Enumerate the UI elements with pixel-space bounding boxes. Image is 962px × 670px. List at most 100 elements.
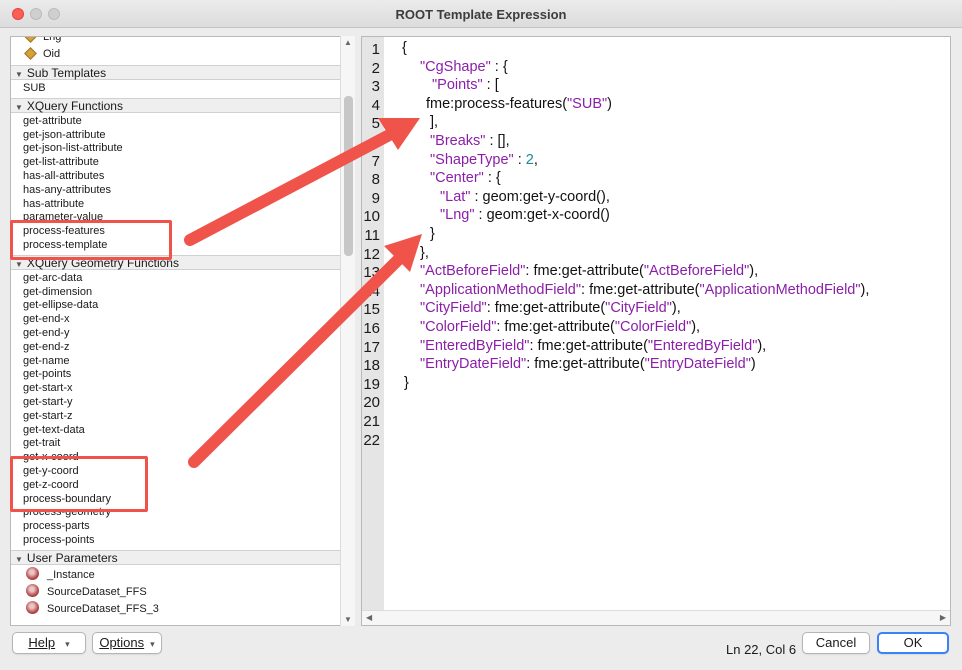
- tree-item[interactable]: get-attribute: [11, 115, 341, 129]
- tree-item-label: get-end-z: [23, 340, 70, 353]
- tree-item[interactable]: Lng: [11, 36, 341, 46]
- code-line[interactable]: "ShapeType" : 2,: [430, 152, 538, 168]
- code-line[interactable]: }: [404, 375, 409, 391]
- tree-item[interactable]: has-attribute: [11, 198, 341, 212]
- tree-item-label: SUB: [23, 82, 46, 94]
- chevron-down-icon: ▾: [150, 639, 155, 649]
- line-number: 21: [363, 413, 380, 430]
- tree-item-label: get-points: [23, 368, 72, 381]
- tree-item[interactable]: Oid: [11, 46, 341, 63]
- tree-item-label: Lng: [43, 36, 62, 43]
- line-number: 5: [371, 115, 380, 133]
- tree-item-label: has-all-attributes: [23, 169, 105, 182]
- dialog-footer: Help ▾ Options ▾ Ln 22, Col 6 Cancel OK: [0, 632, 962, 670]
- tree-item[interactable]: get-json-attribute: [11, 129, 341, 143]
- options-button[interactable]: Options ▾: [92, 632, 162, 654]
- code-line[interactable]: "CgShape" : {: [420, 59, 508, 75]
- tree-item[interactable]: get-end-x: [11, 313, 341, 327]
- cancel-button[interactable]: Cancel: [802, 632, 870, 654]
- title-bar: ROOT Template Expression: [0, 0, 962, 28]
- line-number: 12: [363, 245, 380, 263]
- highlight-coord-functions-box: [10, 456, 148, 512]
- chevron-down-icon[interactable]: ▼: [15, 101, 23, 115]
- scroll-right-arrow-icon[interactable]: ▶: [940, 613, 946, 622]
- code-line[interactable]: "Lng" : geom:get-x-coord(): [440, 207, 610, 223]
- code-line[interactable]: }: [430, 226, 435, 242]
- line-number: 3: [371, 78, 380, 96]
- tree-item-label: process-parts: [23, 520, 90, 533]
- code-line[interactable]: },: [420, 245, 429, 261]
- code-line[interactable]: "ActBeforeField": fme:get-attribute("Act…: [420, 263, 758, 279]
- tree-item[interactable]: _Instance: [11, 567, 341, 584]
- line-number: 19: [363, 375, 380, 393]
- tree-item[interactable]: SourceDataset_FFS: [11, 584, 341, 601]
- tree-item-label: get-json-attribute: [23, 128, 106, 141]
- options-button-label: Options: [99, 635, 145, 650]
- tree-item[interactable]: get-start-y: [11, 396, 341, 410]
- tree-vertical-scrollbar[interactable]: ▲ ▼: [340, 36, 355, 626]
- code-line[interactable]: "ApplicationMethodField": fme:get-attrib…: [420, 282, 869, 298]
- scroll-down-arrow-icon[interactable]: ▼: [344, 615, 352, 624]
- tree-section-header[interactable]: ▼ XQuery Functions: [11, 97, 341, 115]
- tree-item[interactable]: get-name: [11, 355, 341, 369]
- code-line[interactable]: "EnteredByField": fme:get-attribute("Ent…: [420, 338, 766, 354]
- code-line[interactable]: {: [402, 40, 407, 56]
- tree-scroll-thumb[interactable]: [344, 96, 353, 256]
- tree-item-label: get-arc-data: [23, 271, 83, 284]
- tree-item-label: Oid: [43, 48, 61, 60]
- tree-section-label: Sub Templates: [26, 66, 107, 80]
- tree-item[interactable]: get-points: [11, 368, 341, 382]
- tree-section-header[interactable]: ▼ Sub Templates: [11, 65, 341, 80]
- chevron-down-icon[interactable]: ▼: [15, 553, 23, 567]
- tree-item[interactable]: get-trait: [11, 437, 341, 451]
- line-number: 10: [363, 208, 380, 226]
- scroll-left-arrow-icon[interactable]: ◀: [366, 613, 372, 622]
- template-editor[interactable]: 1 {2 "CgShape" : {3 "Points" : [4 fme:proces…: [361, 36, 951, 626]
- tree-item[interactable]: has-any-attributes: [11, 184, 341, 198]
- editor-horizontal-scrollbar[interactable]: ◀ ▶: [362, 610, 950, 625]
- line-number: 6: [371, 134, 380, 151]
- attribute-icon: [24, 37, 37, 43]
- code-line[interactable]: fme:process-features("SUB"): [426, 96, 612, 112]
- line-number: 9: [371, 189, 380, 207]
- tree-section-header[interactable]: ▼ User Parameters: [11, 549, 341, 567]
- tree-item[interactable]: get-list-attribute: [11, 156, 341, 170]
- ok-button[interactable]: OK: [877, 632, 949, 654]
- help-button[interactable]: Help ▾: [12, 632, 86, 654]
- tree-item[interactable]: SourceDataset_FFS_3: [11, 601, 341, 618]
- tree-item[interactable]: get-json-list-attribute: [11, 142, 341, 156]
- line-number: 13: [363, 264, 380, 282]
- code-line[interactable]: "ColorField": fme:get-attribute("ColorFi…: [420, 319, 700, 335]
- tree-item[interactable]: get-ellipse-data: [11, 299, 341, 313]
- code-line[interactable]: ],: [430, 114, 438, 130]
- line-number: 7: [371, 152, 380, 170]
- highlight-process-features-box: [10, 220, 172, 260]
- tree-item[interactable]: process-points: [11, 534, 341, 548]
- tree-item-label: get-start-z: [23, 409, 73, 422]
- tree-item-label: SourceDataset_FFS_3: [47, 602, 159, 615]
- tree-item[interactable]: get-end-z: [11, 341, 341, 355]
- chevron-down-icon: ▾: [65, 639, 70, 649]
- code-line[interactable]: "CityField": fme:get-attribute("CityFiel…: [420, 300, 681, 316]
- tree-item-label: get-trait: [23, 437, 61, 450]
- tree-item[interactable]: get-start-z: [11, 410, 341, 424]
- tree-item-label: SourceDataset_FFS: [47, 585, 147, 598]
- tree-item[interactable]: get-text-data: [11, 424, 341, 438]
- tree-item-label: has-attribute: [23, 197, 85, 210]
- tree-item[interactable]: get-start-x: [11, 382, 341, 396]
- tree-item[interactable]: process-parts: [11, 520, 341, 534]
- tree-item[interactable]: get-arc-data: [11, 272, 341, 286]
- chevron-down-icon[interactable]: ▼: [15, 68, 23, 82]
- tree-item[interactable]: get-end-y: [11, 327, 341, 341]
- code-line[interactable]: "Center" : {: [430, 170, 501, 186]
- user-parameter-icon: [26, 567, 39, 581]
- scroll-up-arrow-icon[interactable]: ▲: [344, 38, 352, 47]
- code-line[interactable]: "Points" : [: [432, 77, 499, 93]
- tree-item[interactable]: get-dimension: [11, 286, 341, 300]
- code-line[interactable]: "Breaks" : [],: [430, 133, 510, 149]
- code-line[interactable]: "EntryDateField": fme:get-attribute("Ent…: [420, 356, 756, 372]
- code-line[interactable]: "Lat" : geom:get-y-coord(),: [440, 189, 610, 205]
- tree-item-label: get-text-data: [23, 423, 85, 436]
- tree-item[interactable]: SUB: [11, 82, 341, 96]
- tree-item[interactable]: has-all-attributes: [11, 170, 341, 184]
